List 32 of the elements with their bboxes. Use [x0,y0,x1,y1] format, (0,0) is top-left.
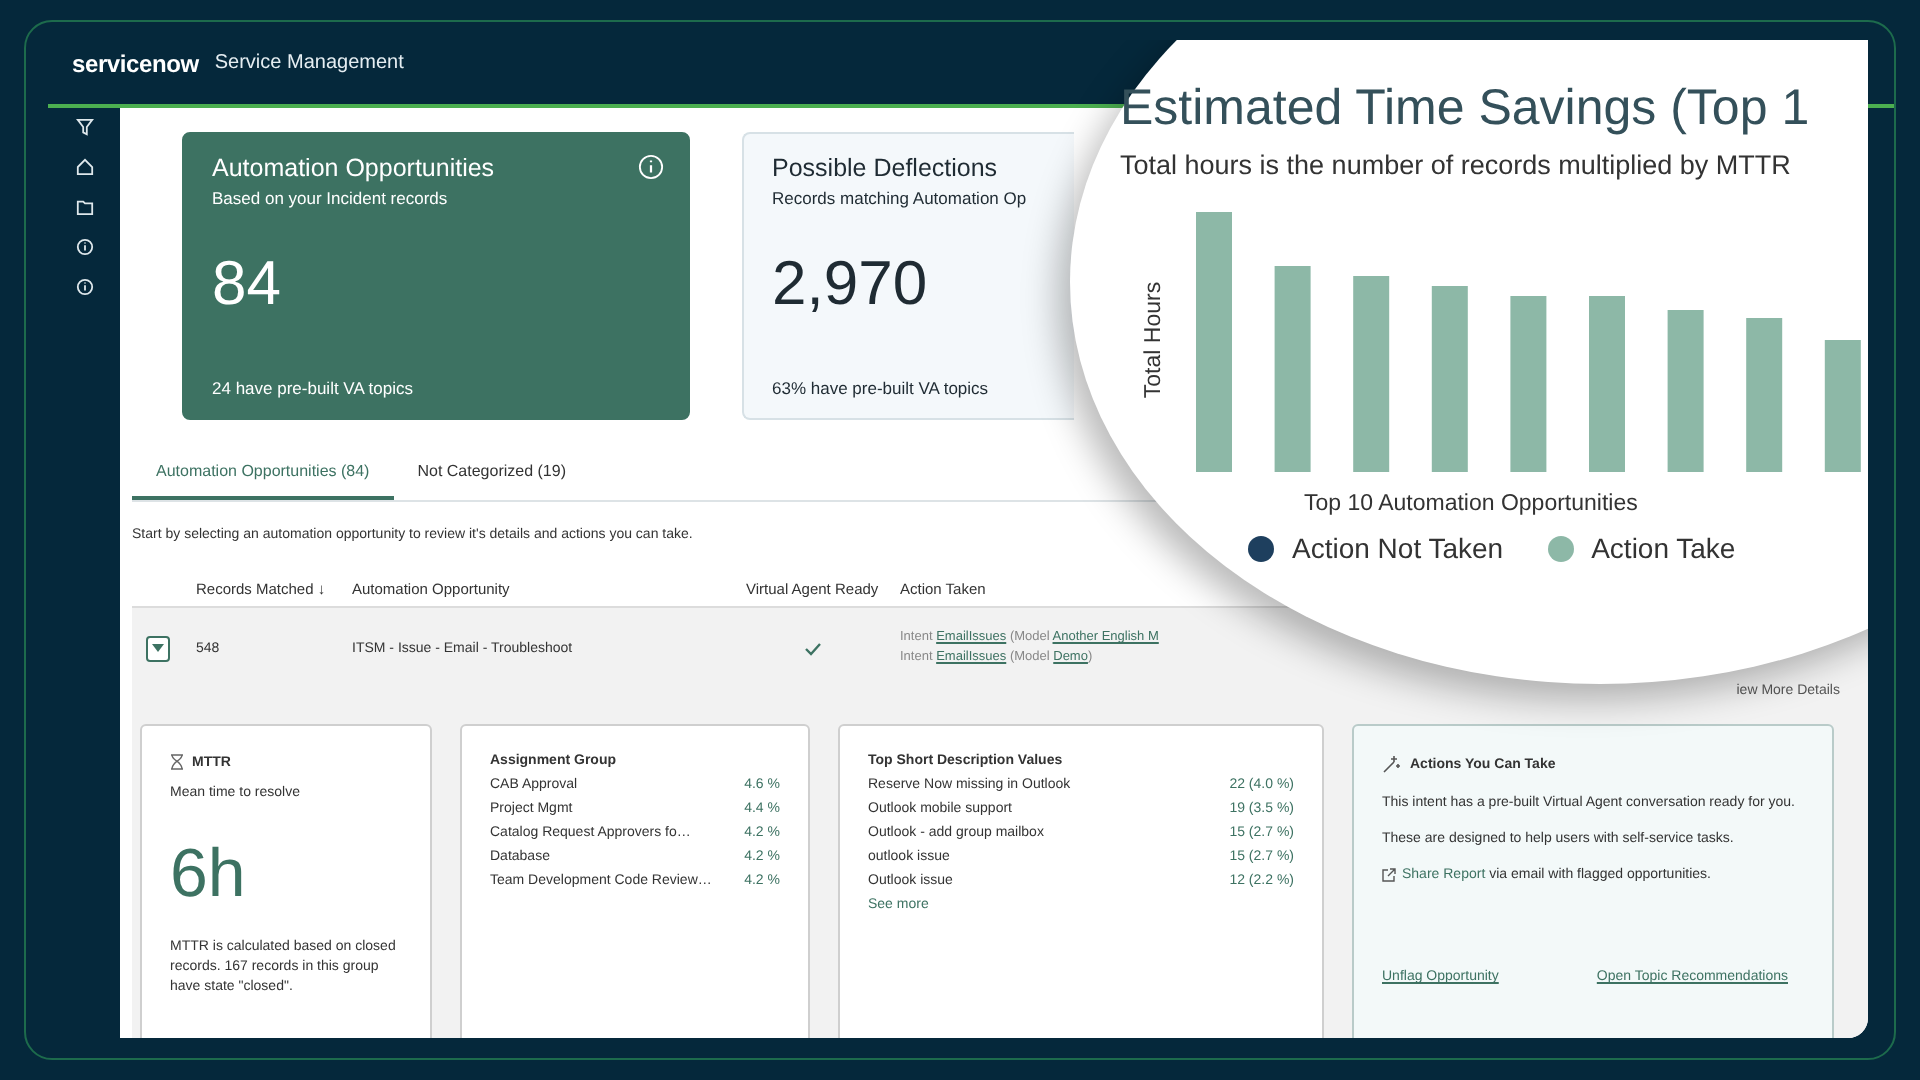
card-subtitle: Based on your Incident records [212,188,448,208]
summary-card[interactable]: Possible Deflections Records matching Automation Op 2,970 63% have pre-built VA topics [742,132,1074,420]
card-footnote: 63% have pre-built VA topics [772,378,989,398]
info-icon[interactable] [75,278,93,296]
tab[interactable]: Automation Opportunities (84) [132,438,394,500]
home-icon[interactable] [75,158,93,176]
caret-icon [152,644,164,652]
legend-label: Action Take [1591,532,1736,564]
chart-subtitle: Total hours is the number of records multiplied by MTTR [1120,150,1793,180]
filter-icon[interactable] [75,118,93,136]
legend-label: Action Not Taken [1292,532,1504,564]
card-title: Possible Deflections [772,154,998,182]
share-icon[interactable] [1382,868,1396,882]
app-title: Service Management [214,52,404,74]
hourglass-icon [170,754,184,770]
card-footnote: 24 have pre-built VA topics [212,378,413,398]
tab[interactable]: Not Categorized (19) [393,438,590,500]
mttr-value: 6h [170,836,248,914]
info-icon[interactable] [75,238,93,256]
folder-icon[interactable] [75,198,93,216]
axis-label: Top 10 Automation Opportunities [1304,492,1640,516]
card-title: Automation Opportunities [212,154,495,182]
chart-title: Estimated Time Savings (Top 1 [1120,80,1812,138]
card-value: 2,970 [772,248,928,320]
card-value: 84 [212,248,281,320]
axis-label: Total Hours [1142,281,1166,399]
card-subtitle: Records matching Automation Op [772,188,1027,208]
chart-bar [1824,340,1861,472]
summary-card[interactable]: Automation Opportunities Based on your Incident records 84 24 have pre-built VA topics [182,132,690,420]
brand-logo: servicenow [72,49,199,77]
expand-button[interactable] [146,635,170,661]
sparkle-icon [1382,754,1402,774]
